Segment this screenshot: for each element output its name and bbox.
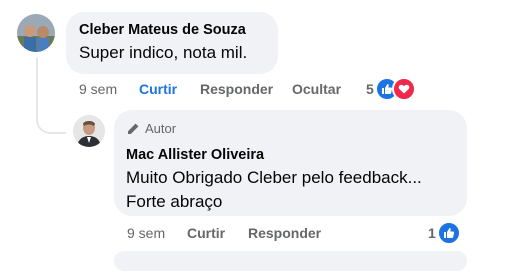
comment-bubble: Cleber Mateus de Souza Super indico, not…: [66, 12, 278, 74]
reply-comment: Autor Mac Allister Oliveira Muito Obriga…: [0, 105, 515, 256]
author-badge: Autor: [126, 121, 176, 136]
reaction-count: 1: [428, 225, 436, 241]
avatar[interactable]: [73, 115, 105, 147]
reply-button[interactable]: Responder: [200, 81, 273, 97]
comment-text: Super indico, nota mil.: [79, 43, 248, 62]
hide-button[interactable]: Ocultar: [292, 81, 341, 97]
reply-author[interactable]: Mac Allister Oliveira: [126, 147, 264, 163]
reply-text-line-2: Forte abraço: [126, 192, 223, 211]
pencil-icon: [128, 123, 139, 134]
comment-timestamp[interactable]: 9 sem: [79, 81, 117, 97]
comment: Cleber Mateus de Souza Super indico, not…: [0, 0, 515, 110]
reply-actions: 9 sem Curtir Responder: [127, 225, 387, 243]
like-button[interactable]: Curtir: [139, 81, 177, 97]
comment-actions: 9 sem Curtir Responder Ocultar: [79, 81, 379, 99]
reply-text-line-1: Muito Obrigado Cleber pelo feedback...: [126, 168, 422, 187]
reply-bubble: Autor Mac Allister Oliveira Muito Obriga…: [114, 110, 467, 216]
reply-button[interactable]: Responder: [248, 225, 321, 241]
love-icon: [391, 77, 416, 101]
like-button[interactable]: Curtir: [187, 225, 225, 241]
profile-photo-icon: [17, 14, 55, 52]
reactions-summary[interactable]: 5: [366, 77, 416, 101]
next-reply-bubble: [114, 251, 467, 271]
comment-author[interactable]: Cleber Mateus de Souza: [79, 22, 246, 38]
reaction-count: 5: [366, 81, 374, 97]
reply-timestamp[interactable]: 9 sem: [127, 225, 165, 241]
like-icon: [436, 221, 461, 245]
reactions-summary[interactable]: 1: [428, 221, 461, 245]
profile-photo-icon: [73, 115, 105, 147]
avatar[interactable]: [17, 14, 55, 52]
author-badge-label: Autor: [145, 121, 177, 136]
